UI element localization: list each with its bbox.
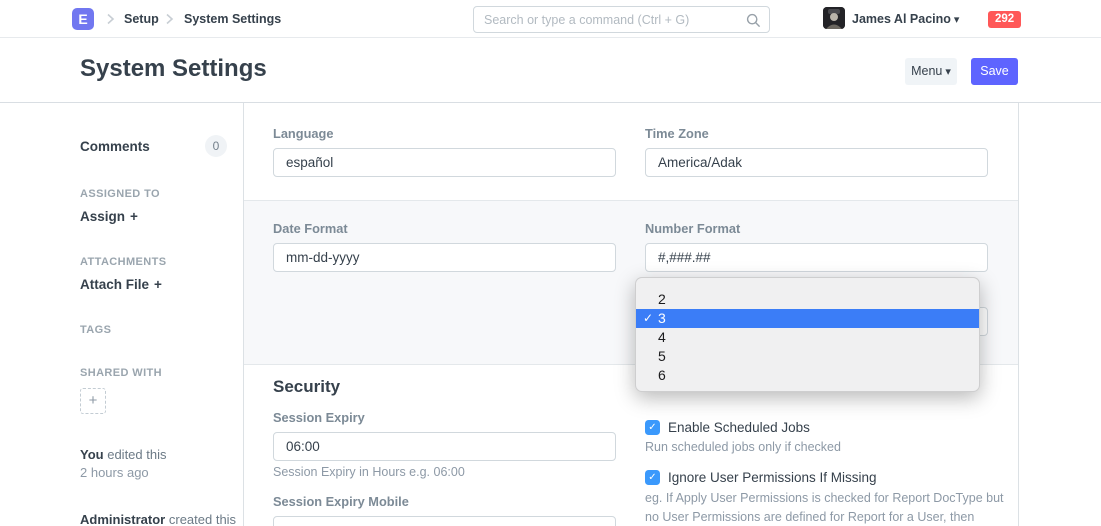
attachments-heading: ATTACHMENTS xyxy=(80,256,166,268)
user-avatar[interactable] xyxy=(823,7,845,29)
date-format-label: Date Format xyxy=(273,221,616,236)
user-menu[interactable]: James Al Pacino▾ xyxy=(852,12,959,26)
breadcrumb-system-settings[interactable]: System Settings xyxy=(184,12,281,26)
option-label: 6 xyxy=(658,367,666,383)
session-expiry-mobile-label: Session Expiry Mobile xyxy=(273,494,616,509)
sidebar-divider xyxy=(243,103,244,526)
dropdown-option-5[interactable]: 5 xyxy=(636,347,979,366)
dropdown-option-4[interactable]: 4 xyxy=(636,328,979,347)
user-name-label: James Al Pacino xyxy=(852,12,951,26)
caret-down-icon: ▾ xyxy=(945,66,951,78)
plus-icon: + xyxy=(154,277,162,292)
shared-with-heading: SHARED WITH xyxy=(80,367,162,379)
session-expiry-input[interactable] xyxy=(273,432,616,461)
option-label: 5 xyxy=(658,348,666,364)
dropdown-option-2[interactable]: 2 xyxy=(636,290,979,309)
check-icon: ✓ xyxy=(643,309,653,328)
language-input[interactable] xyxy=(273,148,616,177)
menu-button[interactable]: Menu▾ xyxy=(905,58,957,85)
precision-dropdown-popup: 2 ✓3 4 5 6 xyxy=(635,277,980,392)
time-zone-input[interactable] xyxy=(645,148,988,177)
navbar: E Setup System Settings James Al Pacino▾… xyxy=(0,0,1101,38)
share-add-button[interactable]: + xyxy=(80,388,106,414)
dropdown-option-3-selected[interactable]: ✓3 xyxy=(636,309,979,328)
caret-down-icon: ▾ xyxy=(954,14,960,26)
enable-scheduled-jobs-label: Enable Scheduled Jobs xyxy=(668,420,810,435)
ignore-user-permissions-label: Ignore User Permissions If Missing xyxy=(668,470,877,485)
option-label: 4 xyxy=(658,329,666,345)
number-format-field: Number Format xyxy=(645,221,988,272)
enable-scheduled-jobs-help: Run scheduled jobs only if checked xyxy=(645,440,841,454)
plus-icon: + xyxy=(130,209,138,224)
tags-heading: TAGS xyxy=(80,324,111,336)
session-expiry-help: Session Expiry in Hours e.g. 06:00 xyxy=(273,465,465,479)
session-expiry-field: Session Expiry xyxy=(273,410,616,461)
language-field: Language xyxy=(273,126,616,177)
security-section-title: Security xyxy=(273,377,340,397)
search-input[interactable] xyxy=(474,7,769,32)
time-zone-field: Time Zone xyxy=(645,126,988,177)
number-format-label: Number Format xyxy=(645,221,988,236)
created-by: Administrator xyxy=(80,512,165,526)
session-expiry-label: Session Expiry xyxy=(273,410,616,425)
time-zone-label: Time Zone xyxy=(645,126,988,141)
page-title: System Settings xyxy=(80,55,267,83)
avatar-portrait xyxy=(823,7,845,29)
page-header: System Settings Menu▾ Save xyxy=(0,38,1101,103)
breadcrumb-setup[interactable]: Setup xyxy=(124,12,159,26)
session-expiry-mobile-field: Session Expiry Mobile xyxy=(273,494,616,526)
save-button[interactable]: Save xyxy=(971,58,1018,85)
notifications-badge[interactable]: 292 xyxy=(988,11,1021,28)
form-right-border xyxy=(1018,103,1019,526)
ignore-user-permissions-help: eg. If Apply User Permissions is checked… xyxy=(645,489,1007,526)
dropdown-option-6[interactable]: 6 xyxy=(636,366,979,385)
sidebar-comments[interactable]: Comments xyxy=(80,139,150,154)
date-format-field: Date Format xyxy=(273,221,616,272)
attach-file-label: Attach File xyxy=(80,277,149,292)
checkbox-checked-icon: ✓ xyxy=(645,420,660,435)
edited-by: You xyxy=(80,447,104,462)
edited-time: 2 hours ago xyxy=(80,465,149,480)
assign-label: Assign xyxy=(80,209,125,224)
menu-button-label: Menu xyxy=(911,64,942,78)
global-search xyxy=(473,6,770,33)
comments-count-badge[interactable]: 0 xyxy=(205,135,227,157)
app-logo[interactable]: E xyxy=(72,8,94,30)
attach-file-button[interactable]: Attach File + xyxy=(80,277,162,292)
edited-action: edited this xyxy=(107,447,166,462)
assign-button[interactable]: Assign + xyxy=(80,209,138,224)
enable-scheduled-jobs-checkbox[interactable]: ✓ Enable Scheduled Jobs xyxy=(645,420,810,435)
edited-activity: You edited this 2 hours ago xyxy=(80,446,240,482)
option-label: 3 xyxy=(658,310,666,326)
created-activity: Administrator created this xyxy=(80,512,250,526)
session-expiry-mobile-input[interactable] xyxy=(273,516,616,526)
number-format-input[interactable] xyxy=(645,243,988,272)
assigned-to-heading: ASSIGNED TO xyxy=(80,188,160,200)
language-label: Language xyxy=(273,126,616,141)
breadcrumb-chevron-icon xyxy=(163,13,175,25)
system-settings-page: E Setup System Settings James Al Pacino▾… xyxy=(0,0,1101,526)
created-action: created this xyxy=(169,512,236,526)
ignore-user-permissions-checkbox[interactable]: ✓ Ignore User Permissions If Missing xyxy=(645,470,877,485)
option-label: 2 xyxy=(658,291,666,307)
date-format-input[interactable] xyxy=(273,243,616,272)
breadcrumb-chevron-icon xyxy=(104,13,116,25)
checkbox-checked-icon: ✓ xyxy=(645,470,660,485)
search-icon xyxy=(746,13,761,28)
